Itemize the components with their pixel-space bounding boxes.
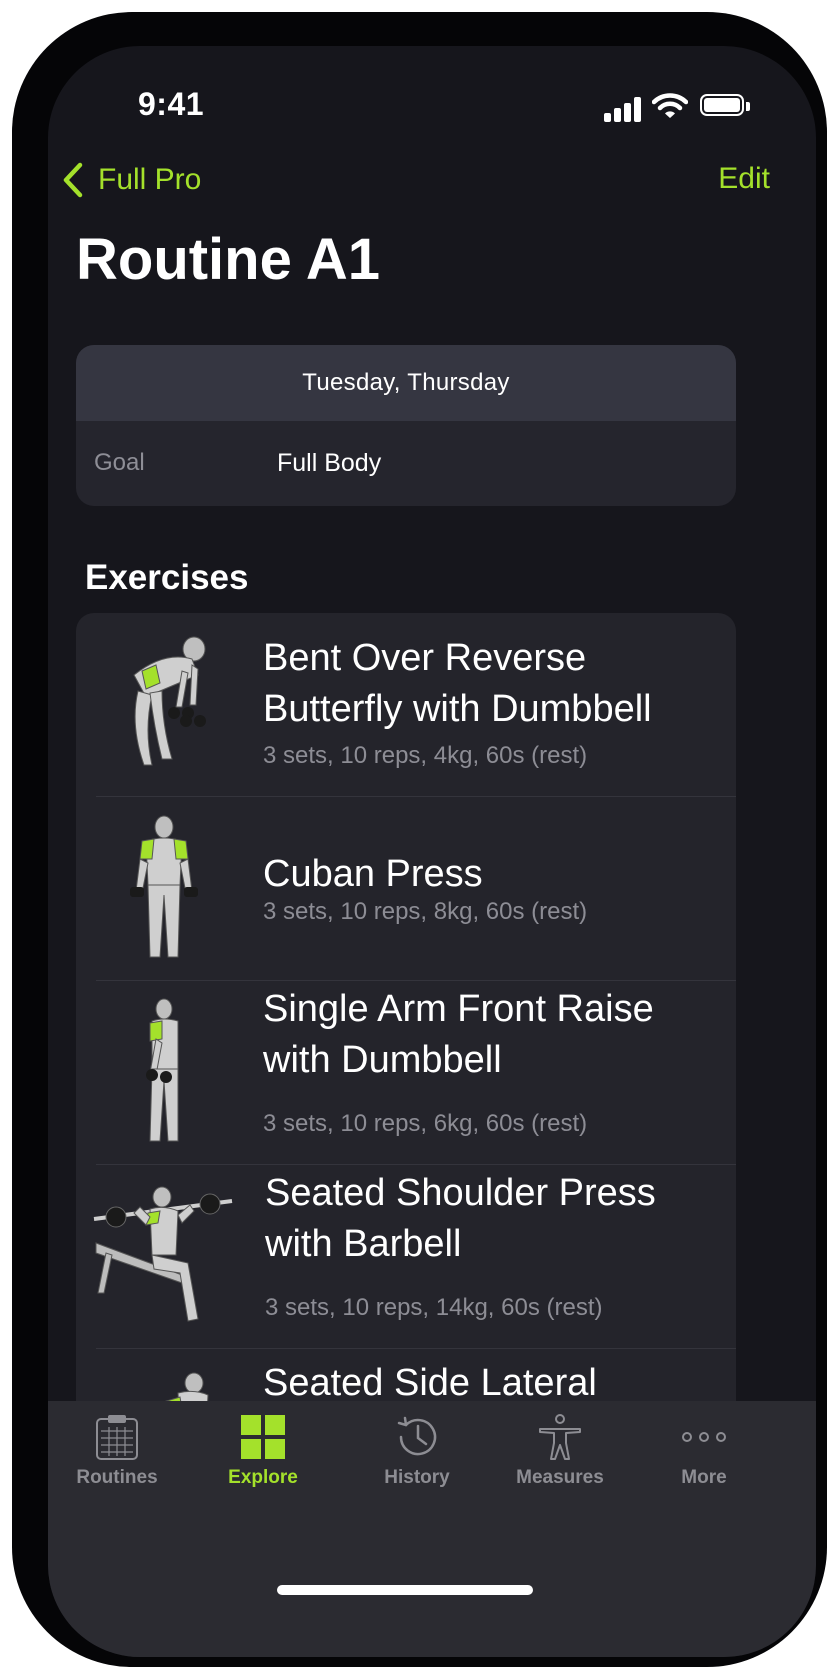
edit-button[interactable]: Edit (718, 162, 770, 196)
history-clock-icon (397, 1416, 437, 1456)
status-time: 9:41 (138, 86, 205, 122)
tab-label: Explore (228, 1467, 298, 1488)
exercise-row[interactable]: Cuban Press 3 sets, 10 reps, 8kg, 60s (r… (76, 797, 736, 981)
goal-row[interactable]: Goal Full Body (76, 421, 736, 506)
tab-routines[interactable]: Routines (48, 1401, 192, 1501)
tab-label: History (384, 1467, 450, 1488)
exercise-list: Bent Over Reverse Butterfly with Dumbbel… (76, 613, 736, 1513)
chevron-left-icon (63, 162, 83, 198)
exercise-meta: 3 sets, 10 reps, 8kg, 60s (rest) (263, 898, 588, 925)
page-title: Routine A1 (76, 227, 380, 292)
exercise-row[interactable]: Single Arm Front Raise with Dumbbell 3 s… (76, 981, 736, 1165)
exercise-meta: 3 sets, 10 reps, 4kg, 60s (rest) (263, 742, 588, 769)
tab-more[interactable]: More (629, 1401, 779, 1501)
exercise-row[interactable]: Bent Over Reverse Butterfly with Dumbbel… (76, 613, 736, 797)
back-button-label: Full Pro (98, 163, 202, 196)
tab-bar: Routines Explore History Measures More (48, 1401, 816, 1657)
clipboard-icon (96, 1415, 138, 1460)
tab-label: Measures (516, 1467, 604, 1488)
exercise-meta: 3 sets, 10 reps, 14kg, 60s (rest) (265, 1294, 603, 1321)
exercises-section-title: Exercises (85, 558, 249, 597)
goal-label: Goal (94, 449, 145, 476)
exercise-illustration (130, 815, 198, 958)
exercise-name: Bent Over Reverse Butterfly with Dumbbel… (263, 637, 652, 730)
grid-icon (241, 1415, 285, 1459)
tab-label: Routines (76, 1467, 158, 1488)
exercise-illustration (93, 1186, 233, 1322)
battery-cap (746, 102, 750, 111)
tab-label: More (681, 1467, 727, 1488)
exercise-name: Single Arm Front Raise with Dumbbell (263, 988, 654, 1081)
exercise-row[interactable]: Seated Shoulder Press with Barbell 3 set… (76, 1165, 736, 1349)
tab-history[interactable]: History (342, 1401, 492, 1501)
exercise-meta: 3 sets, 10 reps, 6kg, 60s (rest) (263, 1110, 588, 1137)
exercise-name: Seated Shoulder Press with Barbell (265, 1172, 656, 1265)
exercise-name: Cuban Press (263, 853, 483, 895)
schedule-days: Tuesday, Thursday (76, 345, 736, 421)
exercise-illustration (146, 998, 179, 1142)
ellipsis-icon (682, 1432, 726, 1442)
goal-value: Full Body (277, 449, 382, 477)
exercise-illustration (133, 636, 206, 766)
cellular-signal-icon (604, 96, 642, 122)
phone-frame: 9:41 Full Pro Edit Routine A1 Tuesday, T… (12, 12, 827, 1667)
routine-info-card: Tuesday, Thursday Goal Full Body (76, 345, 736, 506)
tab-explore[interactable]: Explore (188, 1401, 338, 1501)
body-figure-icon (539, 1414, 581, 1460)
status-icons (604, 92, 764, 122)
wifi-icon (652, 93, 688, 118)
app-screen: 9:41 Full Pro Edit Routine A1 Tuesday, T… (48, 46, 816, 1657)
tab-measures[interactable]: Measures (485, 1401, 635, 1501)
home-indicator[interactable] (277, 1585, 533, 1595)
battery-icon (700, 94, 744, 116)
back-button[interactable]: Full Pro (62, 160, 201, 200)
